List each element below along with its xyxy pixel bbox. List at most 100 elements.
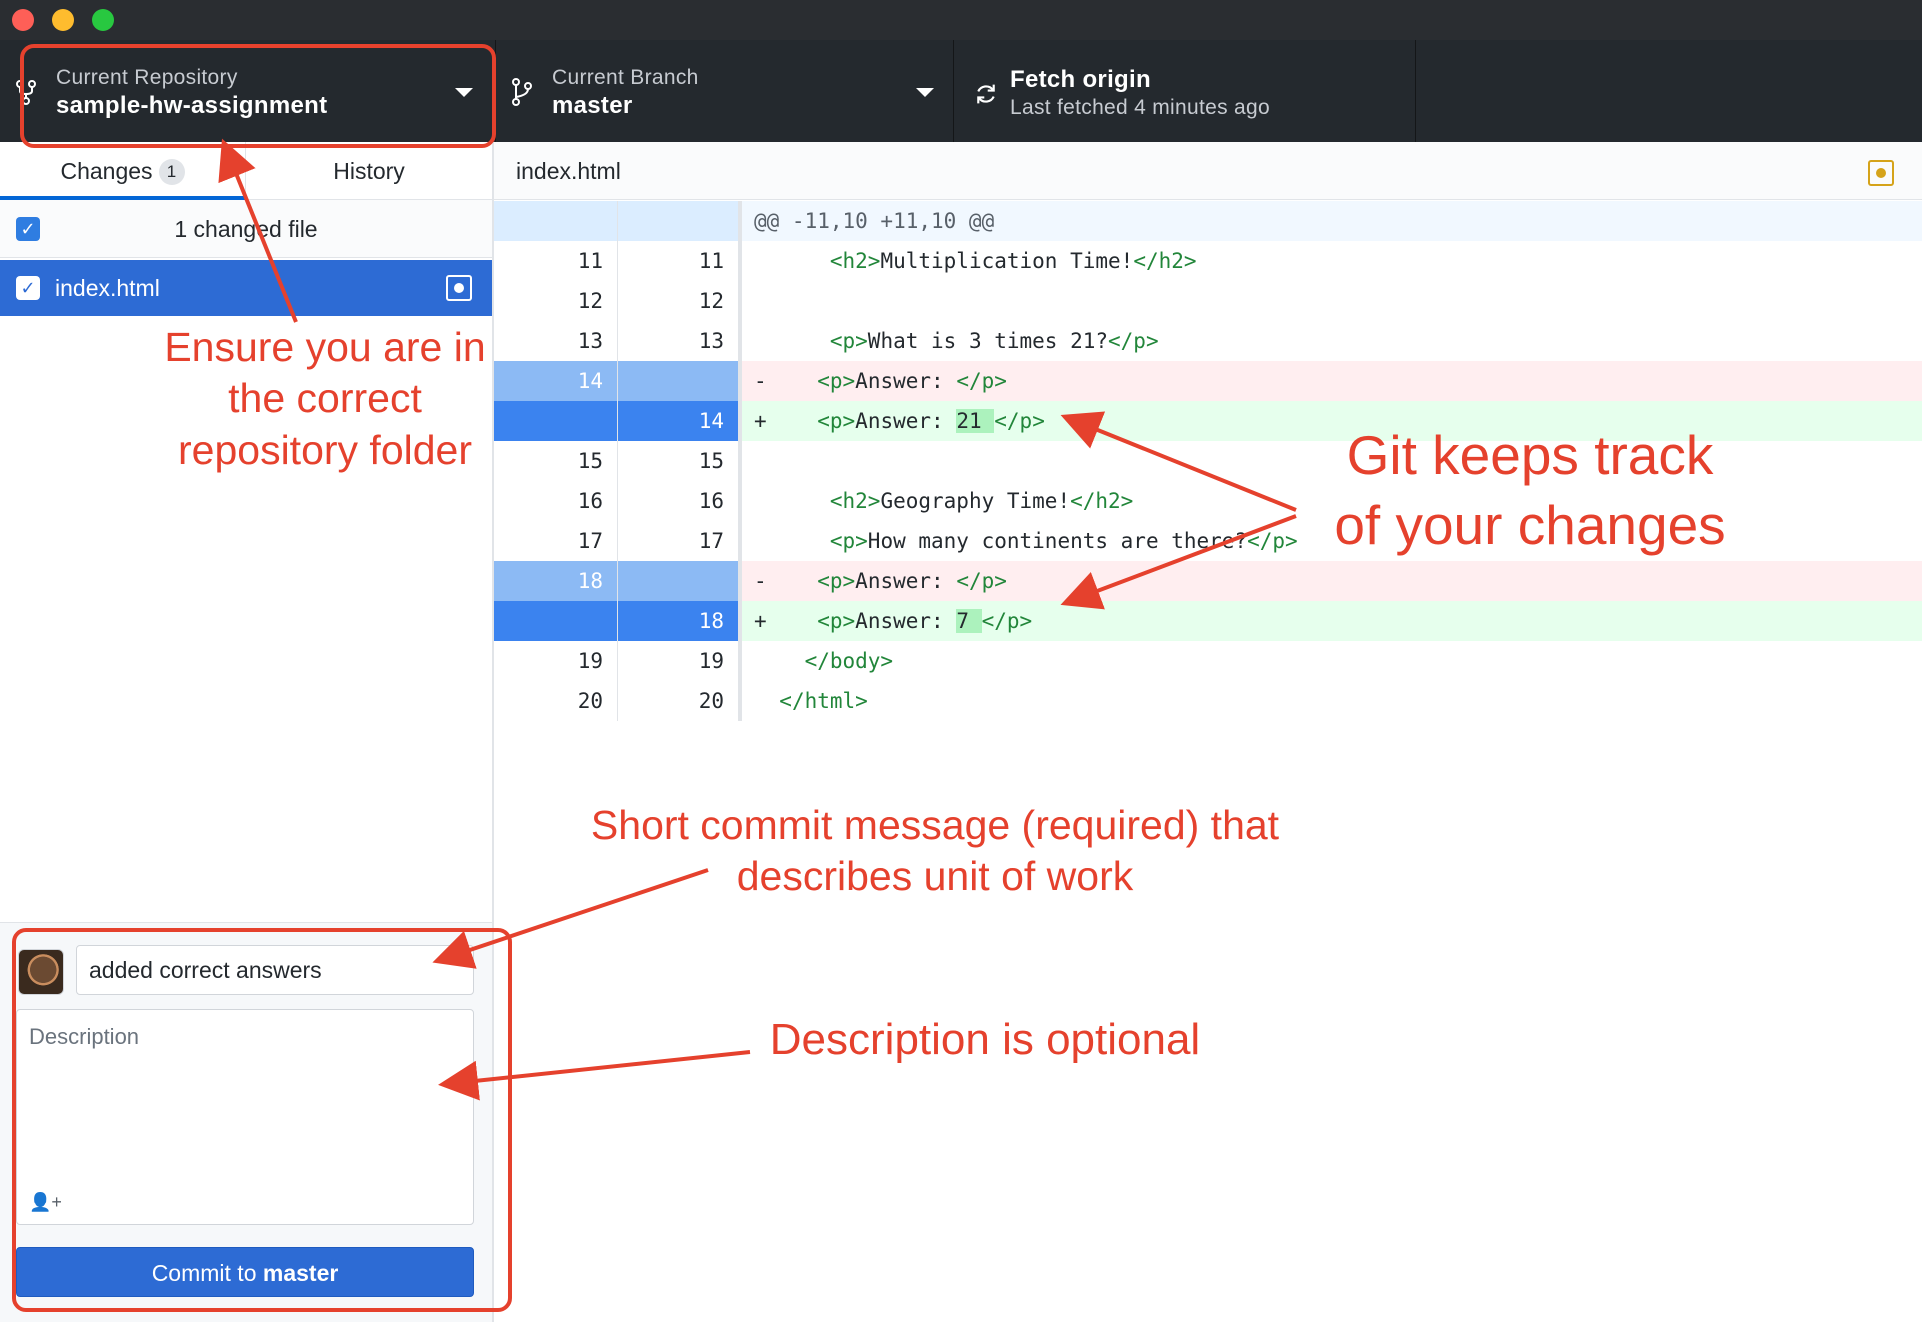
diff-code: </html>: [742, 681, 1922, 721]
diff-indent: [767, 569, 818, 593]
annotation-line: describes unit of work: [736, 853, 1134, 900]
new-line-number[interactable]: 12: [618, 281, 742, 321]
code-open-tag: </body>: [804, 649, 894, 673]
branch-icon: [512, 78, 532, 106]
code-text: What is 3 times 21?: [867, 329, 1109, 353]
fetch-origin-button[interactable]: Fetch origin Last fetched 4 minutes ago: [954, 40, 1416, 142]
new-line-number[interactable]: 17: [618, 521, 742, 561]
git-tracking-annotation: Git keeps track of your changes: [1300, 420, 1760, 561]
close-window-button[interactable]: [12, 9, 34, 31]
old-line-number[interactable]: 15: [494, 441, 618, 481]
diff-code: + <p>Answer: 7 </p>: [742, 601, 1922, 641]
old-line-number[interactable]: 13: [494, 321, 618, 361]
diff-line[interactable]: 14 - <p>Answer: </p>: [494, 361, 1922, 401]
tab-changes[interactable]: Changes 1: [0, 142, 246, 200]
old-line-number[interactable]: 20: [494, 681, 618, 721]
diff-indent: [754, 329, 830, 353]
file-modified-icon: [1868, 160, 1894, 186]
code-text: Geography Time!: [880, 489, 1071, 513]
branch-label: Current Branch: [552, 66, 699, 89]
code-close-tag: </p>: [956, 569, 1007, 593]
hunk-header-text: @@ -11,10 +11,10 @@: [742, 201, 1922, 241]
diff-sign: -: [754, 569, 767, 593]
diff-header: index.html: [494, 142, 1922, 200]
diff-code: <p>What is 3 times 21?</p>: [742, 321, 1922, 361]
zoom-window-button[interactable]: [92, 9, 114, 31]
diff-code: [742, 281, 1922, 321]
changed-files-count: 1 changed file: [174, 216, 318, 242]
code-open-tag: <p>: [829, 329, 868, 353]
code-changed-text: 7: [956, 609, 982, 633]
current-branch-dropdown[interactable]: Current Branch master: [496, 40, 954, 142]
file-checkbox[interactable]: ✓: [16, 276, 40, 300]
diff-line[interactable]: 12 12: [494, 281, 1922, 321]
fetch-origin-label: Fetch origin: [1010, 66, 1151, 93]
code-open-tag: <p>: [817, 369, 856, 393]
old-line-number[interactable]: 19: [494, 641, 618, 681]
new-line-number[interactable]: 19: [618, 641, 742, 681]
diff-indent: [767, 369, 818, 393]
minimize-window-button[interactable]: [52, 9, 74, 31]
old-line-number[interactable]: 17: [494, 521, 618, 561]
new-line-number[interactable]: 20: [618, 681, 742, 721]
code-text: Answer:: [855, 409, 957, 433]
code-close-tag: </h2>: [1133, 249, 1197, 273]
new-line-number[interactable]: [618, 561, 742, 601]
repository-highlight-box: [20, 44, 496, 148]
diff-sign: -: [754, 369, 767, 393]
diff-indent: [754, 489, 830, 513]
new-line-number[interactable]: 16: [618, 481, 742, 521]
old-line-number[interactable]: [494, 401, 618, 441]
old-line-number[interactable]: 16: [494, 481, 618, 521]
diff-filename: index.html: [516, 158, 621, 184]
code-text: Answer:: [855, 369, 957, 393]
diff-line[interactable]: 20 20 </html>: [494, 681, 1922, 721]
new-line-number[interactable]: 18: [618, 601, 742, 641]
code-close-tag: </p>: [1108, 329, 1159, 353]
old-line-number[interactable]: [494, 601, 618, 641]
code-open-tag: <p>: [817, 569, 856, 593]
code-open-tag: <h2>: [829, 249, 881, 273]
new-line-number[interactable]: 15: [618, 441, 742, 481]
diff-indent: [754, 529, 830, 553]
file-list-item[interactable]: ✓ index.html: [0, 260, 492, 316]
diff-indent: [767, 409, 818, 433]
hunk-gutter-new: [618, 201, 742, 241]
select-all-checkbox[interactable]: ✓: [16, 217, 40, 241]
new-line-number[interactable]: 13: [618, 321, 742, 361]
diff-indent: [754, 249, 830, 273]
annotation-line: repository folder: [178, 426, 472, 473]
diff-indent: [754, 689, 779, 713]
code-open-tag: <p>: [829, 529, 868, 553]
tab-history[interactable]: History: [246, 142, 492, 200]
repository-annotation: Ensure you are in the correct repository…: [150, 322, 500, 476]
description-annotation: Description is optional: [769, 1015, 1201, 1064]
diff-line[interactable]: 18 - <p>Answer: </p>: [494, 561, 1922, 601]
code-close-tag: </p>: [994, 409, 1045, 433]
diff-panel: index.html @@ -11,10 +11,10 @@ 11 11 <h2>…: [494, 142, 1922, 1322]
code-close-tag: </p>: [1247, 529, 1298, 553]
diff-line[interactable]: 13 13 <p>What is 3 times 21?</p>: [494, 321, 1922, 361]
diff-code: - <p>Answer: </p>: [742, 361, 1922, 401]
code-text: Multiplication Time!: [880, 249, 1134, 273]
old-line-number[interactable]: 12: [494, 281, 618, 321]
diff-line[interactable]: 18 + <p>Answer: 7 </p>: [494, 601, 1922, 641]
old-line-number[interactable]: 14: [494, 361, 618, 401]
chevron-down-icon: [916, 88, 934, 97]
diff-code: <h2>Multiplication Time!</h2>: [742, 241, 1922, 281]
code-open-tag: <h2>: [829, 489, 881, 513]
diff-indent: [767, 609, 818, 633]
diff-hunk-header: @@ -11,10 +11,10 @@: [494, 201, 1922, 241]
file-modified-icon: [446, 275, 472, 301]
hunk-gutter-old: [494, 201, 618, 241]
old-line-number[interactable]: 11: [494, 241, 618, 281]
diff-code: </body>: [742, 641, 1922, 681]
old-line-number[interactable]: 18: [494, 561, 618, 601]
diff-line[interactable]: 11 11 <h2>Multiplication Time!</h2>: [494, 241, 1922, 281]
new-line-number[interactable]: 14: [618, 401, 742, 441]
diff-line[interactable]: 19 19 </body>: [494, 641, 1922, 681]
new-line-number[interactable]: [618, 361, 742, 401]
diff-indent: [754, 289, 779, 313]
new-line-number[interactable]: 11: [618, 241, 742, 281]
